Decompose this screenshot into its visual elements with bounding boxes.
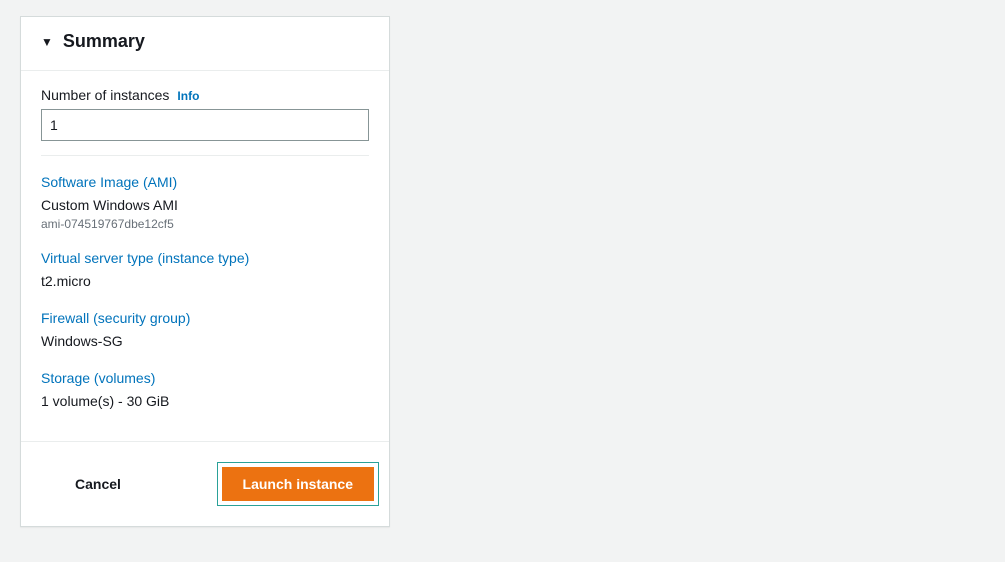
ami-id: ami-074519767dbe12cf5 <box>41 216 369 233</box>
instance-type-value: t2.micro <box>41 272 369 292</box>
summary-footer: Cancel Launch instance <box>21 441 389 526</box>
instance-type-link[interactable]: Virtual server type (instance type) <box>41 250 249 266</box>
storage-link[interactable]: Storage (volumes) <box>41 370 155 386</box>
caret-down-icon: ▼ <box>41 35 53 49</box>
info-link[interactable]: Info <box>177 89 199 103</box>
instance-type-section: Virtual server type (instance type) t2.m… <box>41 250 369 292</box>
divider <box>41 155 369 156</box>
storage-value: 1 volume(s) - 30 GiB <box>41 392 369 412</box>
num-instances-label: Number of instances <box>41 87 169 103</box>
num-instances-label-row: Number of instances Info <box>41 87 369 103</box>
summary-panel: ▼ Summary Number of instances Info Softw… <box>20 16 390 527</box>
launch-instance-button[interactable]: Launch instance <box>222 467 374 501</box>
summary-body: Number of instances Info Software Image … <box>21 71 389 441</box>
num-instances-input[interactable] <box>41 109 369 141</box>
ami-link[interactable]: Software Image (AMI) <box>41 174 177 190</box>
cancel-button[interactable]: Cancel <box>55 468 141 500</box>
ami-section: Software Image (AMI) Custom Windows AMI … <box>41 174 369 232</box>
security-group-link[interactable]: Firewall (security group) <box>41 310 190 326</box>
summary-header[interactable]: ▼ Summary <box>21 17 389 71</box>
ami-name: Custom Windows AMI <box>41 196 369 216</box>
security-group-section: Firewall (security group) Windows-SG <box>41 310 369 352</box>
launch-focus-ring: Launch instance <box>217 462 379 506</box>
security-group-value: Windows-SG <box>41 332 369 352</box>
storage-section: Storage (volumes) 1 volume(s) - 30 GiB <box>41 370 369 412</box>
summary-title: Summary <box>63 31 145 52</box>
